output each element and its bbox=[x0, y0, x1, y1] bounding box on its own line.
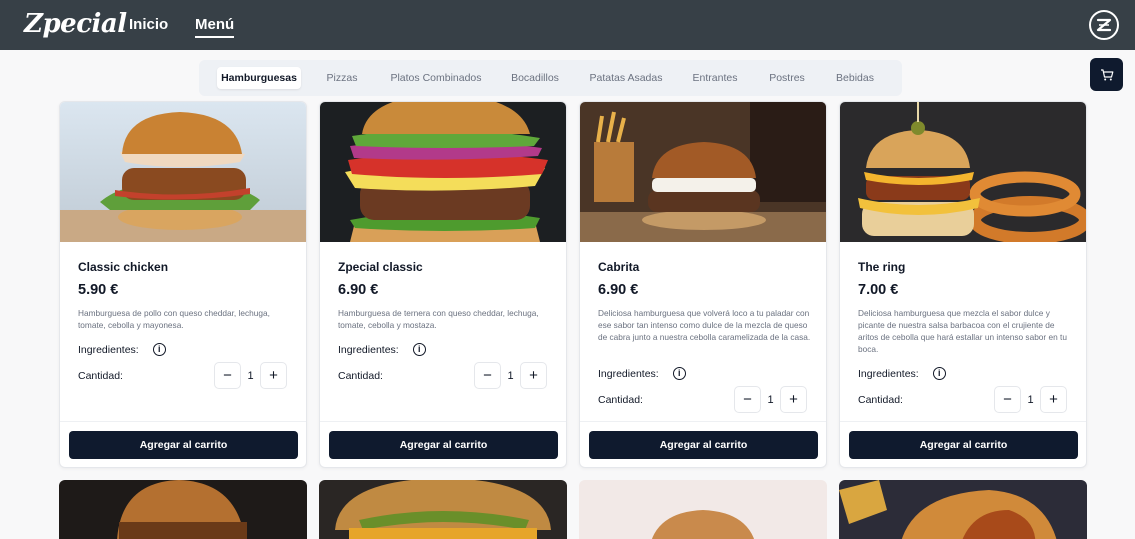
product-image bbox=[839, 480, 1087, 539]
ingredients-row: Ingredientes: i bbox=[858, 367, 946, 380]
add-to-cart-button[interactable]: Agregar al carrito bbox=[589, 431, 818, 459]
product-card-partial bbox=[579, 480, 827, 539]
decrease-quantity-button[interactable]: − bbox=[214, 362, 241, 389]
ingredients-label: Ingredientes: bbox=[78, 343, 139, 356]
category-tabs: Hamburguesas Pizzas Platos Combinados Bo… bbox=[199, 60, 902, 96]
product-card: The ring 7.00 € Deliciosa hamburguesa qu… bbox=[839, 101, 1087, 468]
add-to-cart-button[interactable]: Agregar al carrito bbox=[849, 431, 1078, 459]
product-price: 5.90 € bbox=[78, 282, 119, 298]
product-image bbox=[579, 480, 827, 539]
product-description: Hamburguesa de pollo con queso cheddar, … bbox=[78, 308, 270, 330]
top-navbar: Zpecial Inicio Menú bbox=[0, 0, 1135, 50]
ingredients-label: Ingredientes: bbox=[338, 343, 399, 356]
quantity-stepper: − 1 + bbox=[214, 362, 287, 389]
tab-platos-combinados[interactable]: Platos Combinados bbox=[385, 67, 487, 89]
product-image bbox=[840, 102, 1086, 242]
card-divider bbox=[580, 421, 826, 422]
product-price: 6.90 € bbox=[598, 282, 639, 298]
tab-postres[interactable]: Postres bbox=[763, 67, 811, 89]
cart-button[interactable] bbox=[1090, 58, 1123, 91]
card-divider bbox=[840, 421, 1086, 422]
product-image bbox=[580, 102, 826, 242]
z-logo-icon bbox=[1096, 18, 1112, 32]
product-image bbox=[320, 102, 566, 242]
ingredients-label: Ingredientes: bbox=[598, 367, 659, 380]
quantity-stepper: − 1 + bbox=[734, 386, 807, 413]
product-description: Deliciosa hamburguesa que mezcla el sabo… bbox=[858, 308, 1067, 354]
quantity-label: Cantidad: bbox=[598, 394, 643, 406]
logo[interactable]: Zpecial bbox=[24, 9, 127, 39]
product-name: Cabrita bbox=[598, 260, 640, 274]
quantity-value: 1 bbox=[507, 369, 514, 382]
info-icon[interactable]: i bbox=[412, 343, 426, 356]
ingredients-row: Ingredientes: i bbox=[78, 343, 166, 356]
increase-quantity-button[interactable]: + bbox=[260, 362, 287, 389]
product-card: Classic chicken 5.90 € Hamburguesa de po… bbox=[59, 101, 307, 468]
product-name: The ring bbox=[858, 260, 906, 274]
tab-hamburguesas[interactable]: Hamburguesas bbox=[217, 67, 301, 89]
tab-bebidas[interactable]: Bebidas bbox=[831, 67, 879, 89]
info-icon[interactable]: i bbox=[152, 343, 166, 356]
increase-quantity-button[interactable]: + bbox=[780, 386, 807, 413]
product-name: Classic chicken bbox=[78, 260, 169, 274]
tab-patatas-asadas[interactable]: Patatas Asadas bbox=[585, 67, 667, 89]
product-card: Zpecial classic 6.90 € Hamburguesa de te… bbox=[319, 101, 567, 468]
quantity-value: 1 bbox=[247, 369, 254, 382]
tab-entrantes[interactable]: Entrantes bbox=[687, 67, 743, 89]
increase-quantity-button[interactable]: + bbox=[520, 362, 547, 389]
card-divider bbox=[320, 421, 566, 422]
add-to-cart-button[interactable]: Agregar al carrito bbox=[329, 431, 558, 459]
nav-link-menu[interactable]: Menú bbox=[195, 16, 235, 38]
info-icon[interactable]: i bbox=[932, 367, 946, 380]
product-card-partial bbox=[839, 480, 1087, 539]
product-card-partial bbox=[59, 480, 307, 539]
decrease-quantity-button[interactable]: − bbox=[994, 386, 1021, 413]
product-description: Hamburguesa de ternera con queso cheddar… bbox=[338, 308, 539, 330]
quantity-label: Cantidad: bbox=[338, 370, 383, 382]
product-image bbox=[60, 102, 306, 242]
info-icon[interactable]: i bbox=[672, 367, 686, 380]
decrease-quantity-button[interactable]: − bbox=[474, 362, 501, 389]
card-divider bbox=[60, 421, 306, 422]
product-price: 7.00 € bbox=[858, 282, 899, 298]
product-card: Cabrita 6.90 € Deliciosa hamburguesa que… bbox=[579, 101, 827, 468]
decrease-quantity-button[interactable]: − bbox=[734, 386, 761, 413]
tab-pizzas[interactable]: Pizzas bbox=[319, 67, 365, 89]
quantity-value: 1 bbox=[767, 393, 774, 406]
quantity-stepper: − 1 + bbox=[474, 362, 547, 389]
quantity-label: Cantidad: bbox=[858, 394, 903, 406]
ingredients-label: Ingredientes: bbox=[858, 367, 919, 380]
product-image bbox=[319, 480, 567, 539]
add-to-cart-button[interactable]: Agregar al carrito bbox=[69, 431, 298, 459]
user-avatar-icon[interactable] bbox=[1089, 10, 1119, 40]
product-description: Deliciosa hamburguesa que volverá loco a… bbox=[598, 308, 811, 342]
product-card-partial bbox=[319, 480, 567, 539]
product-price: 6.90 € bbox=[338, 282, 379, 298]
cart-icon bbox=[1100, 68, 1113, 80]
tab-bocadillos[interactable]: Bocadillos bbox=[505, 67, 565, 89]
quantity-value: 1 bbox=[1027, 393, 1034, 406]
increase-quantity-button[interactable]: + bbox=[1040, 386, 1067, 413]
product-name: Zpecial classic bbox=[338, 260, 423, 274]
quantity-stepper: − 1 + bbox=[994, 386, 1067, 413]
product-image bbox=[59, 480, 307, 539]
nav-link-inicio[interactable]: Inicio bbox=[129, 16, 168, 33]
ingredients-row: Ingredientes: i bbox=[338, 343, 426, 356]
quantity-label: Cantidad: bbox=[78, 370, 123, 382]
ingredients-row: Ingredientes: i bbox=[598, 367, 686, 380]
